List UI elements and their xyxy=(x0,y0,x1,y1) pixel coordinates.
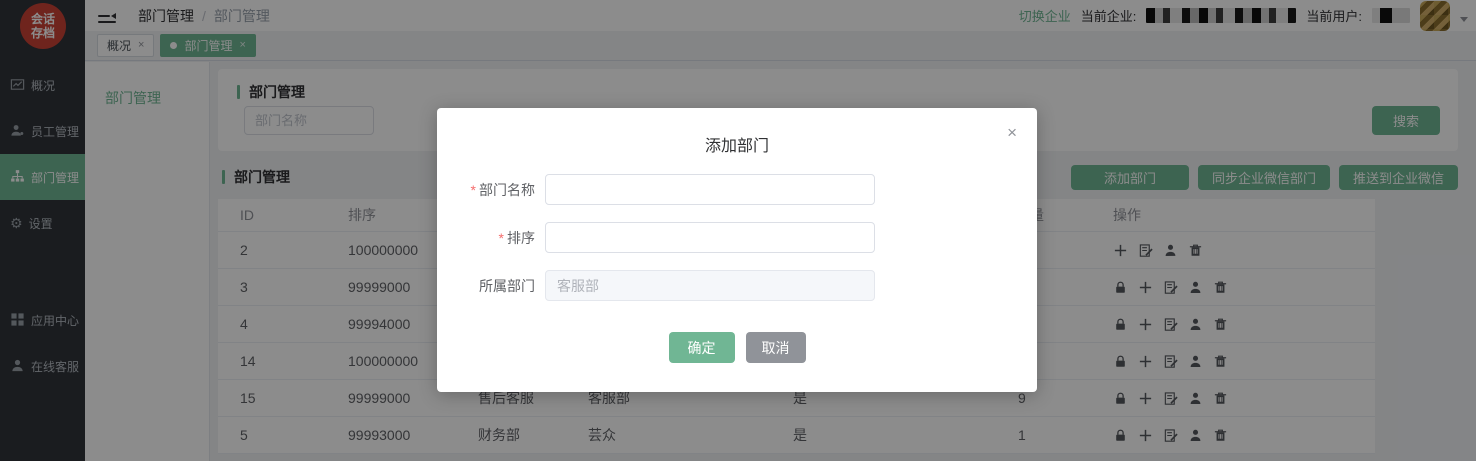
required-mark: * xyxy=(499,230,504,246)
required-mark: * xyxy=(471,182,476,198)
cancel-button[interactable]: 取消 xyxy=(746,332,806,363)
field-label: *排序 xyxy=(437,228,535,248)
form-row-department-name: *部门名称 xyxy=(437,174,1037,205)
close-icon[interactable]: × xyxy=(1007,124,1017,141)
sort-field[interactable] xyxy=(545,222,875,253)
form-row-parent-department: 所属部门 xyxy=(437,270,1037,301)
confirm-button[interactable]: 确定 xyxy=(669,332,735,363)
form-row-sort: *排序 xyxy=(437,222,1037,253)
modal-title: 添加部门 xyxy=(437,108,1037,156)
department-name-field[interactable] xyxy=(545,174,875,205)
field-label: 所属部门 xyxy=(437,276,535,296)
add-department-modal: 添加部门 × *部门名称 *排序 所属部门 确定 取消 xyxy=(437,108,1037,392)
parent-department-field xyxy=(545,270,875,301)
field-label: *部门名称 xyxy=(437,180,535,200)
